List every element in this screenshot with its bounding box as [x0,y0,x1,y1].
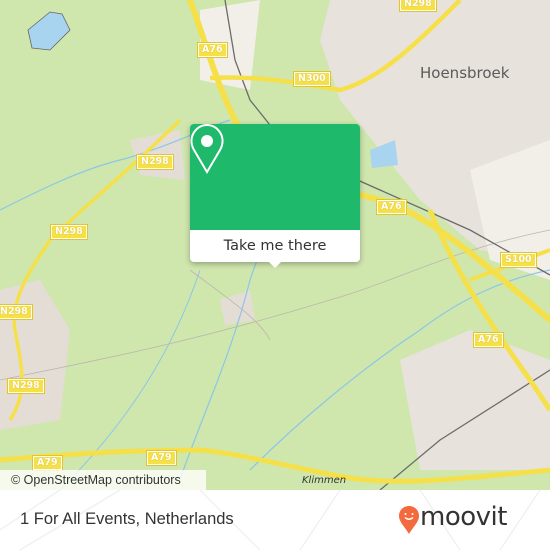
moovit-pin-icon [399,506,419,534]
popup-pointer [267,260,283,268]
map-view[interactable]: N298 A76 N300 N298 N298 N298 N298 A76 S1… [0,0,550,490]
road-shield-n298: N298 [50,224,88,240]
moovit-wordmark: moovit [420,502,507,532]
place-label-town: Hoensbroek [420,64,510,82]
road-shield-a76: A76 [376,199,407,215]
road-shield-a79: A79 [146,450,177,466]
location-popup[interactable]: Take me there [190,124,360,268]
footer-bar: 1 For All Events, Netherlands moovit [0,490,550,550]
road-shield-n298: N298 [399,0,437,12]
road-shield-n298: N298 [136,154,174,170]
road-shield-a76: A76 [473,332,504,348]
map-attribution[interactable]: © OpenStreetMap contributors [0,470,206,490]
road-shield-s100: S100 [500,252,537,268]
urban-area-south-east [400,330,550,470]
road-shield-a79: A79 [32,455,63,471]
road-shield-n298: N298 [7,378,45,394]
place-title: 1 For All Events, Netherlands [20,510,234,528]
location-pin-icon [190,124,224,174]
place-label-village: Klimmen [302,475,347,486]
road-shield-a76: A76 [197,42,228,58]
urban-area-west [0,280,70,430]
take-me-there-button[interactable]: Take me there [190,230,360,262]
stream [59,269,201,490]
road-shield-n298: N298 [0,304,33,320]
hamlet [220,290,255,325]
road-shield-n300: N300 [293,71,331,87]
popup-header[interactable] [190,124,360,230]
lake [27,11,71,51]
